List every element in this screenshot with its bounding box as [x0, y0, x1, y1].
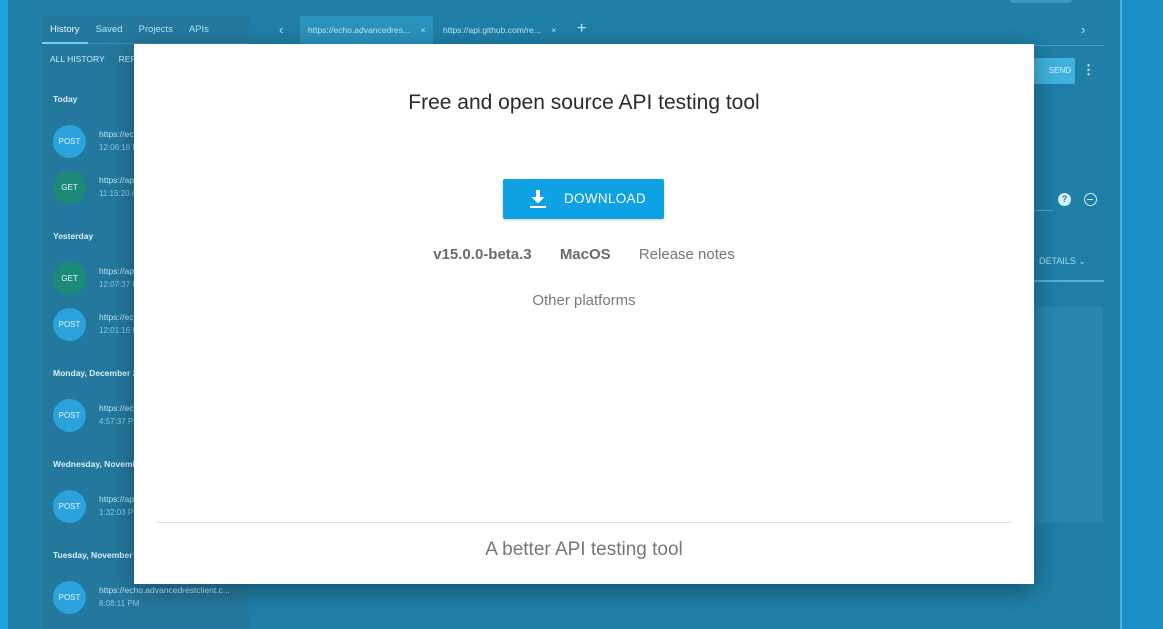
release-notes-link[interactable]: Release notes [639, 246, 735, 263]
other-platforms-link[interactable]: Other platforms [134, 292, 1034, 309]
download-label: DOWNLOAD [564, 191, 646, 206]
dialog-title: Free and open source API testing tool [408, 91, 760, 114]
tagline: A better API testing tool [485, 539, 683, 560]
download-icon [530, 190, 546, 208]
download-button[interactable]: DOWNLOAD [503, 179, 664, 219]
version-label: v15.0.0-beta.3 [433, 246, 532, 263]
download-dialog: Free and open source API testing tool DO… [134, 44, 1034, 584]
divider [157, 522, 1011, 523]
release-meta: v15.0.0-beta.3 MacOS Release notes [134, 246, 1034, 263]
os-label[interactable]: MacOS [560, 246, 611, 263]
